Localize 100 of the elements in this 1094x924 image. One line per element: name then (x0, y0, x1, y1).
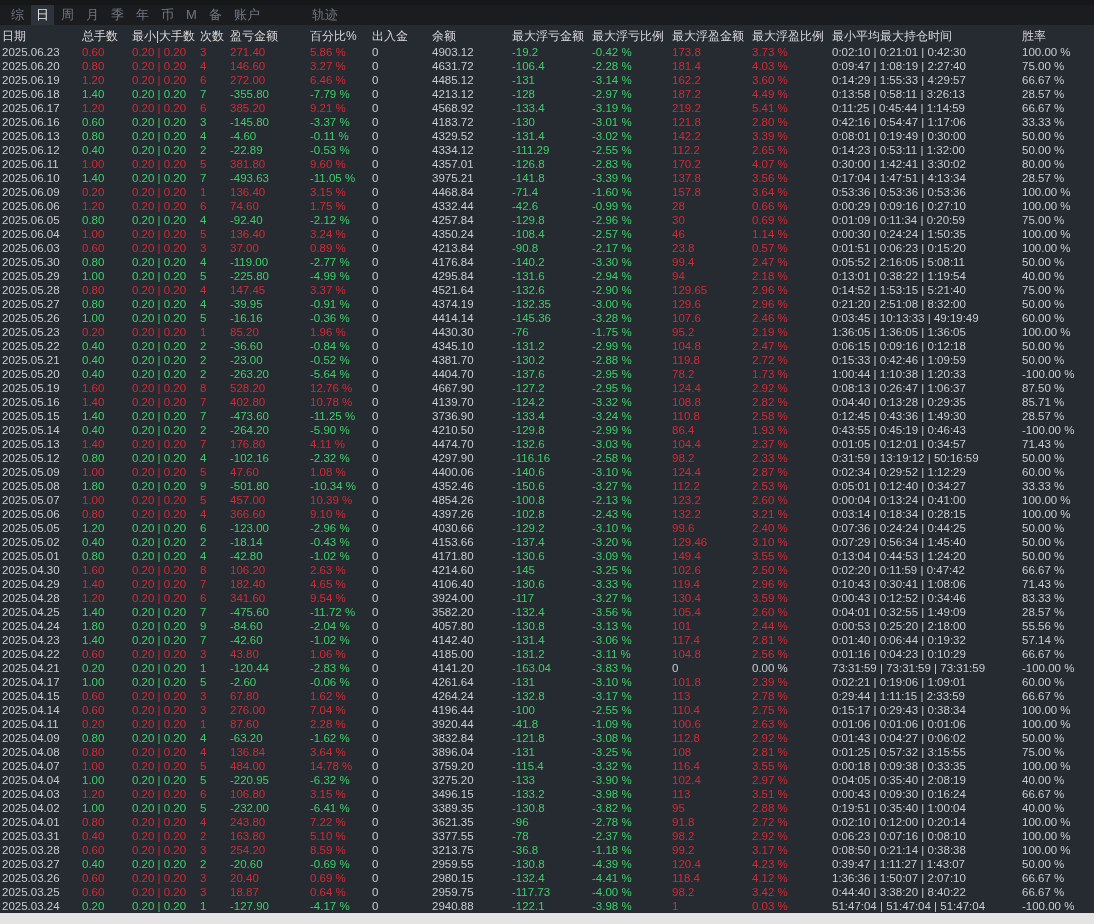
table-cell-text: -2.90 % (592, 282, 633, 297)
table-cell-text: 0 (372, 632, 380, 647)
table-cell-text: 0.20 | 0.20 (132, 212, 188, 227)
table-cell-text: 0 (372, 58, 380, 73)
table-cell-text: 0 (372, 534, 380, 549)
table-cell-text: 7 (200, 394, 208, 409)
tab[interactable]: 周 (56, 4, 79, 25)
table-cell-text: 4667.90 (432, 380, 475, 395)
table-cell-text: 3 (200, 884, 208, 899)
table-cell-text: -1.02 % (310, 632, 351, 647)
table-cell-text: 7 (200, 436, 208, 451)
table-cell-text: 0.20 | 0.20 (132, 562, 188, 577)
table-cell-text: 3.37 % (310, 282, 347, 297)
table-cell-text: 0.80 (82, 282, 106, 297)
tab[interactable]: 轨迹 (306, 4, 343, 25)
table-cell-text: 3 (200, 114, 208, 129)
table-cell-text: -36.8 (512, 842, 540, 857)
table-cell-text: 2025.04.15 (2, 688, 61, 703)
table-cell-text: 37.00 (230, 240, 260, 255)
table-cell-text: -3.83 % (592, 660, 633, 675)
tab[interactable]: 月 (81, 4, 104, 25)
table-cell-text: 129.46 (672, 534, 709, 549)
table-cell-text: -3.19 % (592, 100, 633, 115)
table-cell-text: 0 (372, 884, 380, 899)
table-cell-text: 0.20 | 0.20 (132, 58, 188, 73)
table-cell-text: 2025.05.23 (2, 324, 61, 339)
scrollbar[interactable] (0, 912, 1094, 924)
table-cell-text: 4257.84 (432, 212, 475, 227)
table-cell-text: 0.20 | 0.20 (132, 576, 188, 591)
table-cell-text: -150.6 (512, 478, 546, 493)
table-cell-text: 108 (672, 744, 693, 759)
table-cell-text: 100.00 % (1022, 198, 1072, 213)
table-cell-text: -120.44 (230, 660, 270, 675)
table-cell-text: 0.20 | 0.20 (132, 730, 188, 745)
table-cell-text: -115.4 (512, 758, 545, 773)
table-cell-text: 5.86 % (310, 44, 347, 59)
table-cell-text: 2025.04.21 (2, 660, 61, 675)
table-cell-text: 4 (200, 730, 208, 745)
table-cell-text: 3.17 % (752, 842, 789, 857)
table-cell-text: 0 (372, 618, 380, 633)
table-cell-text: 113 (672, 786, 692, 801)
table-cell-text: -132.6 (512, 436, 546, 451)
table-cell-text: 0:02:20 | 0:11:59 | 0:47:42 (832, 562, 966, 577)
table-cell-text: -2.78 % (592, 814, 633, 829)
tab[interactable]: 备 (203, 4, 227, 25)
table-cell-text: -264.20 (230, 422, 270, 437)
table-cell-text: 0.69 % (752, 212, 789, 227)
table-cell-text: 1 (200, 716, 208, 731)
table-cell-text: 2025.05.05 (2, 520, 61, 535)
table-cell-text: 66.67 % (1022, 562, 1066, 577)
table-cell-text: 2025.03.24 (2, 898, 61, 913)
table-cell-text: 147.45 (230, 282, 267, 297)
table-cell-text: 2.82 % (752, 394, 789, 409)
table-cell-text: -3.06 % (592, 632, 633, 647)
table-cell-text: 3.10 % (752, 534, 789, 549)
table-cell-text: 0.20 | 0.20 (132, 828, 188, 843)
table-cell-text: 528.20 (230, 380, 267, 395)
tab[interactable]: 日 (31, 4, 54, 25)
table-cell-text: -19.2 (512, 44, 540, 59)
table-cell-text: -11.72 % (310, 604, 357, 619)
table-cell-text: 176.80 (230, 436, 267, 451)
table-cell-text: -2.96 % (310, 520, 351, 535)
table-cell-text: -3.30 % (592, 254, 633, 269)
table-cell-text: 60.00 % (1022, 310, 1066, 325)
table-cell-text: 136.40 (230, 226, 267, 241)
table-cell-text: -4.17 % (310, 898, 351, 913)
table-cell-text: 4 (200, 548, 208, 563)
table-cell-text: -132.8 (512, 688, 546, 703)
table-cell-text: 0.80 (82, 58, 106, 73)
table-cell-text: 0 (372, 744, 380, 759)
table-cell-text: 4106.40 (432, 576, 475, 591)
table-cell-text: 0 (372, 646, 380, 661)
table-cell-text: -2.60 (230, 674, 258, 689)
tab[interactable]: 币 (156, 4, 179, 25)
table-cell-text: 4397.26 (432, 506, 475, 521)
table-cell-text: 0 (372, 380, 380, 395)
tab[interactable]: 账户 (228, 4, 265, 25)
tab[interactable]: 季 (106, 4, 129, 25)
table-cell-text: -130.8 (512, 856, 546, 871)
table-cell-text: 0.20 | 0.20 (132, 660, 188, 675)
table-cell-text: 0 (372, 142, 380, 157)
table-cell-text: 2025.06.04 (2, 226, 61, 241)
table-cell-text: -131.6 (512, 268, 546, 283)
tab[interactable]: M (181, 4, 202, 25)
table-cell-text: 0.20 | 0.20 (132, 184, 188, 199)
table-cell-text: 0:01:25 | 0:57:32 | 3:15:55 (832, 744, 967, 759)
table-cell-text: 4 (200, 282, 208, 297)
table-cell-text: 2.46 % (752, 310, 789, 325)
table-cell-text: 0:03:45 | 10:13:33 | 49:19:49 (832, 310, 980, 325)
table-cell-text: -132.6 (512, 282, 546, 297)
table-cell-text: 121.8 (672, 114, 702, 129)
tab[interactable]: 综 (6, 4, 29, 25)
table-cell-text: -2.12 % (310, 212, 351, 227)
table-cell-text: 100.00 % (1022, 240, 1072, 255)
table-cell-text: 2 (200, 828, 208, 843)
table-cell-text: 0.60 (82, 842, 106, 857)
table-cell-text: 1.00 (82, 464, 106, 479)
table-cell-text: 2025.05.07 (2, 492, 61, 507)
table-cell-text: 117.4 (672, 632, 701, 647)
tab[interactable]: 年 (131, 4, 154, 25)
